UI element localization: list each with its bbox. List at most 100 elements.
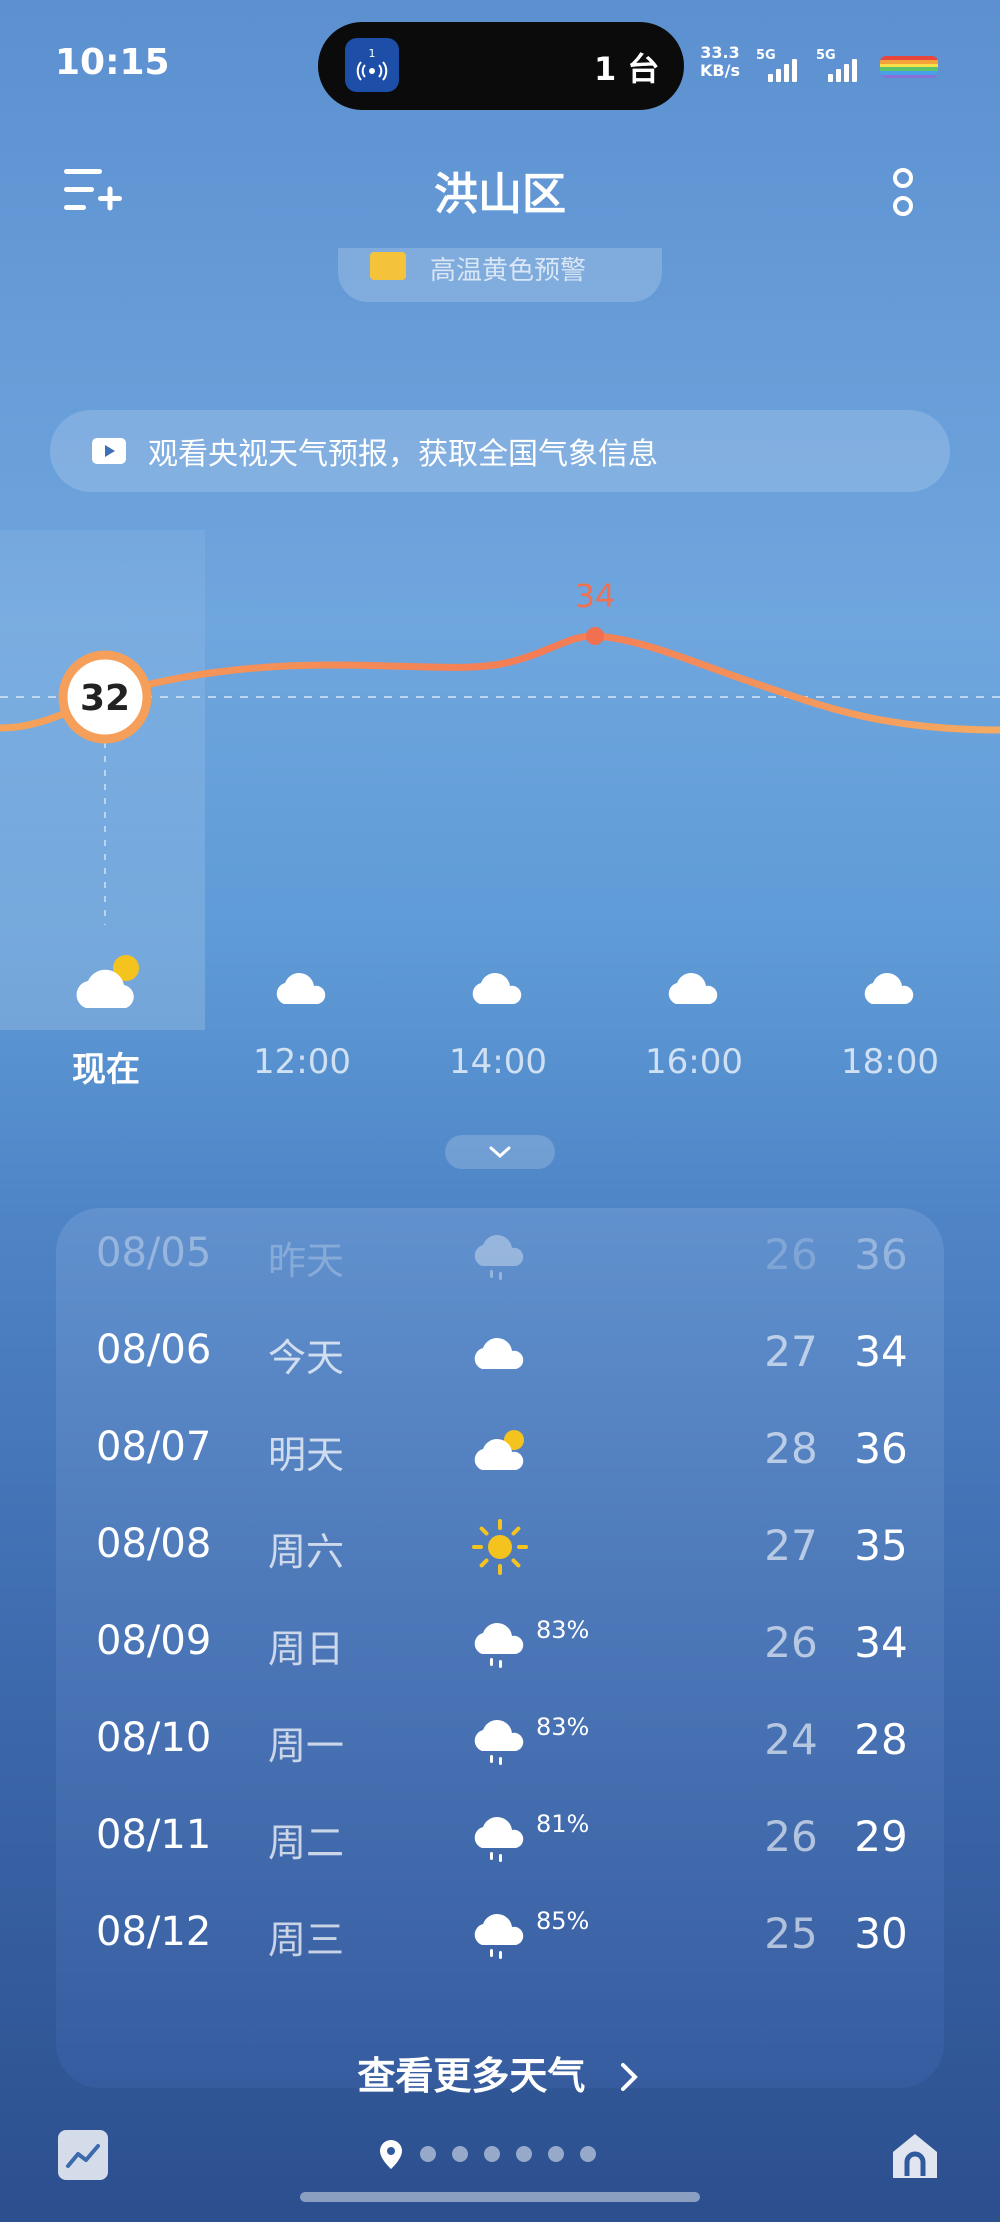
daily-date: 08/09 — [96, 1618, 212, 1664]
weather-alert-pill[interactable]: 高温黄色预警 — [338, 248, 662, 302]
alert-icon — [370, 252, 406, 280]
page-dot — [516, 2146, 532, 2162]
daily-forecast-card: 08/05 昨天 26 36 08/06 今天 27 34 08/07 明天 2… — [56, 1208, 944, 2088]
daily-low: 26 — [764, 1230, 818, 1279]
daily-day: 今天 — [268, 1336, 345, 1380]
daily-row[interactable]: 08/05 昨天 26 36 — [56, 1208, 944, 1305]
max-temp-label: 34 — [575, 577, 616, 615]
city-title[interactable]: 洪山区 — [0, 158, 1000, 222]
temperature-chart: 34 32 — [0, 577, 1000, 925]
home-indicator-bar[interactable] — [300, 2192, 700, 2202]
home-icon[interactable] — [888, 2128, 942, 2182]
more-options-icon[interactable] — [888, 168, 918, 220]
daily-date: 08/06 — [96, 1327, 212, 1373]
daily-row[interactable]: 08/09 周日 83% 26 34 — [56, 1596, 944, 1693]
partly-cloudy-icon — [76, 955, 139, 1008]
daily-day: 明天 — [268, 1433, 345, 1477]
daily-row[interactable]: 08/10 周一 83% 24 28 — [56, 1693, 944, 1790]
daily-high: 36 — [854, 1230, 908, 1279]
daily-day: 周一 — [268, 1724, 345, 1768]
rain-icon — [474, 1235, 524, 1280]
page-dot — [580, 2146, 596, 2162]
daily-date: 08/05 — [96, 1230, 212, 1276]
more-weather-link[interactable]: 查看更多天气 — [0, 2045, 1000, 2100]
hour-label: 12:00 — [253, 1042, 351, 1082]
daily-low: 27 — [764, 1327, 818, 1376]
city-page-indicator[interactable] — [378, 2138, 596, 2170]
banner-text: 观看央视天气预报，获取全国气象信息 — [148, 437, 658, 472]
daily-row[interactable]: 08/08 周六 27 35 — [56, 1499, 944, 1596]
daily-high: 34 — [854, 1618, 908, 1667]
sun-icon — [472, 1519, 528, 1575]
page-dot — [484, 2146, 500, 2162]
daily-high: 36 — [854, 1424, 908, 1473]
network-speed-unit: KB/s — [700, 61, 740, 80]
battery-icon — [880, 56, 938, 78]
daily-date: 08/12 — [96, 1909, 212, 1955]
hour-label: 16:00 — [645, 1042, 743, 1082]
daily-low: 26 — [764, 1812, 818, 1861]
sim1-signal-icon: 5G — [756, 48, 808, 82]
broadcast-app-icon[interactable]: 1 — [345, 38, 399, 92]
rain-icon — [474, 1623, 524, 1668]
daily-day: 昨天 — [268, 1239, 345, 1283]
temperature-curve — [0, 632, 1000, 734]
daily-date: 08/07 — [96, 1424, 212, 1470]
daily-high: 35 — [854, 1521, 908, 1570]
page-dot — [420, 2146, 436, 2162]
network-speed: 33.3 KB/s — [700, 44, 740, 80]
daily-row[interactable]: 08/07 明天 28 36 — [56, 1402, 944, 1499]
daily-day: 周日 — [268, 1627, 345, 1671]
precip-chance: 83% — [536, 1713, 590, 1741]
daily-low: 24 — [764, 1715, 818, 1764]
rain-icon — [474, 1817, 524, 1862]
alert-text: 高温黄色预警 — [430, 256, 587, 286]
max-temp-point — [586, 627, 604, 645]
daily-day: 周二 — [268, 1821, 345, 1865]
sim2-signal-icon: 5G — [816, 48, 868, 82]
island-badge: 1 — [369, 47, 376, 60]
page-dot — [452, 2146, 468, 2162]
cloud-icon — [668, 973, 718, 1004]
chevron-down-icon — [489, 1146, 511, 1159]
daily-date: 08/10 — [96, 1715, 212, 1761]
daily-row[interactable]: 08/12 周三 85% 25 30 — [56, 1887, 944, 1984]
daily-high: 30 — [854, 1909, 908, 1958]
video-play-icon — [92, 438, 126, 464]
precip-chance: 81% — [536, 1810, 590, 1838]
hour-label-now: 现在 — [72, 1050, 140, 1090]
daily-low: 28 — [764, 1424, 818, 1473]
cloud-icon — [474, 1338, 524, 1369]
daily-low: 25 — [764, 1909, 818, 1958]
daily-high: 28 — [854, 1715, 908, 1764]
daily-low: 26 — [764, 1618, 818, 1667]
daily-row[interactable]: 08/06 今天 27 34 — [56, 1305, 944, 1402]
cloud-icon — [864, 973, 914, 1004]
precip-chance: 85% — [536, 1907, 590, 1935]
daily-date: 08/11 — [96, 1812, 212, 1858]
rain-icon — [474, 1720, 524, 1765]
expand-hourly-button[interactable] — [445, 1135, 555, 1169]
cloud-icon — [276, 973, 326, 1004]
daily-date: 08/08 — [96, 1521, 212, 1567]
daily-high: 34 — [854, 1327, 908, 1376]
rain-icon — [474, 1914, 524, 1959]
trend-chart-icon[interactable] — [58, 2130, 108, 2180]
island-device-count: 1 台 — [594, 50, 660, 88]
status-time: 10:15 — [55, 42, 170, 83]
precip-chance: 83% — [536, 1616, 590, 1644]
current-temp-value: 32 — [80, 678, 130, 719]
daily-day: 周三 — [268, 1918, 345, 1962]
cloud-icon — [472, 973, 522, 1004]
partly-cloudy-icon — [474, 1430, 524, 1470]
daily-low: 27 — [764, 1521, 818, 1570]
daily-high: 29 — [854, 1812, 908, 1861]
cctv-forecast-banner[interactable]: 观看央视天气预报，获取全国气象信息 — [50, 410, 950, 492]
network-speed-value: 33.3 — [700, 43, 740, 62]
hour-label: 18:00 — [841, 1042, 939, 1082]
more-weather-label: 查看更多天气 — [357, 2054, 586, 2098]
page-dot — [548, 2146, 564, 2162]
location-pin-icon — [380, 2140, 402, 2169]
daily-row[interactable]: 08/11 周二 81% 26 29 — [56, 1790, 944, 1887]
hour-label: 14:00 — [449, 1042, 547, 1082]
